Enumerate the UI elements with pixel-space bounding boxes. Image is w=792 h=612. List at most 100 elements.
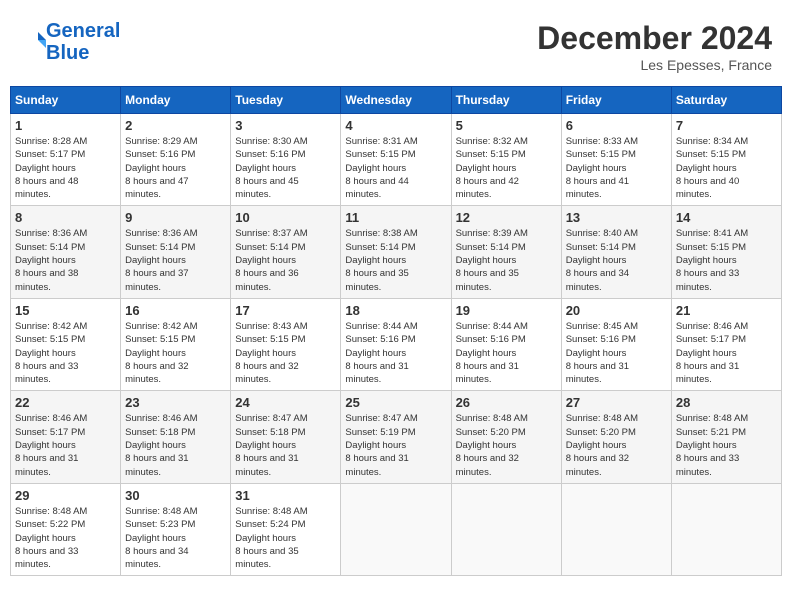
day-info: Sunrise: 8:28 AM Sunset: 5:17 PM Dayligh… — [15, 135, 116, 201]
calendar-cell: 13 Sunrise: 8:40 AM Sunset: 5:14 PM Dayl… — [561, 206, 671, 298]
day-number: 17 — [235, 303, 336, 318]
calendar-cell: 5 Sunrise: 8:32 AM Sunset: 5:15 PM Dayli… — [451, 114, 561, 206]
day-info: Sunrise: 8:37 AM Sunset: 5:14 PM Dayligh… — [235, 227, 336, 293]
calendar-cell: 20 Sunrise: 8:45 AM Sunset: 5:16 PM Dayl… — [561, 298, 671, 390]
calendar-cell: 24 Sunrise: 8:47 AM Sunset: 5:18 PM Dayl… — [231, 391, 341, 483]
day-number: 7 — [676, 118, 777, 133]
day-number: 21 — [676, 303, 777, 318]
day-info: Sunrise: 8:42 AM Sunset: 5:15 PM Dayligh… — [15, 320, 116, 386]
day-number: 23 — [125, 395, 226, 410]
calendar-cell: 9 Sunrise: 8:36 AM Sunset: 5:14 PM Dayli… — [121, 206, 231, 298]
location-title: Les Epesses, France — [537, 57, 772, 73]
calendar-cell: 1 Sunrise: 8:28 AM Sunset: 5:17 PM Dayli… — [11, 114, 121, 206]
day-number: 22 — [15, 395, 116, 410]
day-number: 10 — [235, 210, 336, 225]
day-number: 20 — [566, 303, 667, 318]
day-info: Sunrise: 8:33 AM Sunset: 5:15 PM Dayligh… — [566, 135, 667, 201]
header: General Blue December 2024 Les Epesses, … — [10, 10, 782, 78]
calendar-cell — [451, 483, 561, 575]
day-info: Sunrise: 8:31 AM Sunset: 5:15 PM Dayligh… — [345, 135, 446, 201]
calendar-week-3: 15 Sunrise: 8:42 AM Sunset: 5:15 PM Dayl… — [11, 298, 782, 390]
day-number: 1 — [15, 118, 116, 133]
day-info: Sunrise: 8:47 AM Sunset: 5:19 PM Dayligh… — [345, 412, 446, 478]
day-info: Sunrise: 8:39 AM Sunset: 5:14 PM Dayligh… — [456, 227, 557, 293]
calendar-cell: 8 Sunrise: 8:36 AM Sunset: 5:14 PM Dayli… — [11, 206, 121, 298]
day-info: Sunrise: 8:46 AM Sunset: 5:17 PM Dayligh… — [15, 412, 116, 478]
day-info: Sunrise: 8:29 AM Sunset: 5:16 PM Dayligh… — [125, 135, 226, 201]
calendar-cell: 18 Sunrise: 8:44 AM Sunset: 5:16 PM Dayl… — [341, 298, 451, 390]
day-info: Sunrise: 8:48 AM Sunset: 5:21 PM Dayligh… — [676, 412, 777, 478]
day-number: 31 — [235, 488, 336, 503]
day-info: Sunrise: 8:48 AM Sunset: 5:23 PM Dayligh… — [125, 505, 226, 571]
title-area: December 2024 Les Epesses, France — [537, 20, 772, 73]
day-info: Sunrise: 8:46 AM Sunset: 5:18 PM Dayligh… — [125, 412, 226, 478]
day-number: 9 — [125, 210, 226, 225]
calendar-cell: 2 Sunrise: 8:29 AM Sunset: 5:16 PM Dayli… — [121, 114, 231, 206]
calendar-cell — [341, 483, 451, 575]
calendar-cell: 30 Sunrise: 8:48 AM Sunset: 5:23 PM Dayl… — [121, 483, 231, 575]
day-number: 26 — [456, 395, 557, 410]
calendar-cell — [671, 483, 781, 575]
calendar-table: SundayMondayTuesdayWednesdayThursdayFrid… — [10, 86, 782, 576]
logo: General Blue — [20, 20, 120, 64]
calendar-cell: 29 Sunrise: 8:48 AM Sunset: 5:22 PM Dayl… — [11, 483, 121, 575]
day-number: 2 — [125, 118, 226, 133]
day-info: Sunrise: 8:45 AM Sunset: 5:16 PM Dayligh… — [566, 320, 667, 386]
day-info: Sunrise: 8:47 AM Sunset: 5:18 PM Dayligh… — [235, 412, 336, 478]
day-number: 25 — [345, 395, 446, 410]
calendar-cell: 3 Sunrise: 8:30 AM Sunset: 5:16 PM Dayli… — [231, 114, 341, 206]
calendar-cell: 14 Sunrise: 8:41 AM Sunset: 5:15 PM Dayl… — [671, 206, 781, 298]
day-number: 3 — [235, 118, 336, 133]
calendar-cell: 12 Sunrise: 8:39 AM Sunset: 5:14 PM Dayl… — [451, 206, 561, 298]
day-number: 12 — [456, 210, 557, 225]
day-info: Sunrise: 8:48 AM Sunset: 5:22 PM Dayligh… — [15, 505, 116, 571]
calendar-cell: 25 Sunrise: 8:47 AM Sunset: 5:19 PM Dayl… — [341, 391, 451, 483]
calendar-cell: 21 Sunrise: 8:46 AM Sunset: 5:17 PM Dayl… — [671, 298, 781, 390]
day-info: Sunrise: 8:32 AM Sunset: 5:15 PM Dayligh… — [456, 135, 557, 201]
calendar-cell: 22 Sunrise: 8:46 AM Sunset: 5:17 PM Dayl… — [11, 391, 121, 483]
day-info: Sunrise: 8:42 AM Sunset: 5:15 PM Dayligh… — [125, 320, 226, 386]
calendar-cell: 15 Sunrise: 8:42 AM Sunset: 5:15 PM Dayl… — [11, 298, 121, 390]
calendar-cell: 26 Sunrise: 8:48 AM Sunset: 5:20 PM Dayl… — [451, 391, 561, 483]
weekday-wednesday: Wednesday — [341, 87, 451, 114]
day-info: Sunrise: 8:46 AM Sunset: 5:17 PM Dayligh… — [676, 320, 777, 386]
calendar-week-2: 8 Sunrise: 8:36 AM Sunset: 5:14 PM Dayli… — [11, 206, 782, 298]
weekday-monday: Monday — [121, 87, 231, 114]
day-info: Sunrise: 8:48 AM Sunset: 5:20 PM Dayligh… — [566, 412, 667, 478]
day-info: Sunrise: 8:41 AM Sunset: 5:15 PM Dayligh… — [676, 227, 777, 293]
day-info: Sunrise: 8:40 AM Sunset: 5:14 PM Dayligh… — [566, 227, 667, 293]
weekday-sunday: Sunday — [11, 87, 121, 114]
calendar-cell: 7 Sunrise: 8:34 AM Sunset: 5:15 PM Dayli… — [671, 114, 781, 206]
calendar-cell — [561, 483, 671, 575]
day-number: 19 — [456, 303, 557, 318]
day-number: 4 — [345, 118, 446, 133]
day-number: 13 — [566, 210, 667, 225]
day-info: Sunrise: 8:48 AM Sunset: 5:20 PM Dayligh… — [456, 412, 557, 478]
day-info: Sunrise: 8:34 AM Sunset: 5:15 PM Dayligh… — [676, 135, 777, 201]
day-number: 30 — [125, 488, 226, 503]
calendar-week-4: 22 Sunrise: 8:46 AM Sunset: 5:17 PM Dayl… — [11, 391, 782, 483]
calendar-cell: 31 Sunrise: 8:48 AM Sunset: 5:24 PM Dayl… — [231, 483, 341, 575]
day-number: 16 — [125, 303, 226, 318]
calendar-week-1: 1 Sunrise: 8:28 AM Sunset: 5:17 PM Dayli… — [11, 114, 782, 206]
day-info: Sunrise: 8:36 AM Sunset: 5:14 PM Dayligh… — [15, 227, 116, 293]
logo-blue: Blue — [46, 42, 89, 64]
day-number: 24 — [235, 395, 336, 410]
day-info: Sunrise: 8:30 AM Sunset: 5:16 PM Dayligh… — [235, 135, 336, 201]
weekday-thursday: Thursday — [451, 87, 561, 114]
logo-general: General — [46, 20, 120, 42]
calendar-cell: 23 Sunrise: 8:46 AM Sunset: 5:18 PM Dayl… — [121, 391, 231, 483]
day-info: Sunrise: 8:43 AM Sunset: 5:15 PM Dayligh… — [235, 320, 336, 386]
weekday-tuesday: Tuesday — [231, 87, 341, 114]
day-number: 15 — [15, 303, 116, 318]
calendar-cell: 27 Sunrise: 8:48 AM Sunset: 5:20 PM Dayl… — [561, 391, 671, 483]
calendar-week-5: 29 Sunrise: 8:48 AM Sunset: 5:22 PM Dayl… — [11, 483, 782, 575]
weekday-saturday: Saturday — [671, 87, 781, 114]
weekday-header-row: SundayMondayTuesdayWednesdayThursdayFrid… — [11, 87, 782, 114]
day-info: Sunrise: 8:36 AM Sunset: 5:14 PM Dayligh… — [125, 227, 226, 293]
day-number: 6 — [566, 118, 667, 133]
day-info: Sunrise: 8:44 AM Sunset: 5:16 PM Dayligh… — [345, 320, 446, 386]
calendar-cell: 6 Sunrise: 8:33 AM Sunset: 5:15 PM Dayli… — [561, 114, 671, 206]
day-number: 8 — [15, 210, 116, 225]
calendar-cell: 10 Sunrise: 8:37 AM Sunset: 5:14 PM Dayl… — [231, 206, 341, 298]
